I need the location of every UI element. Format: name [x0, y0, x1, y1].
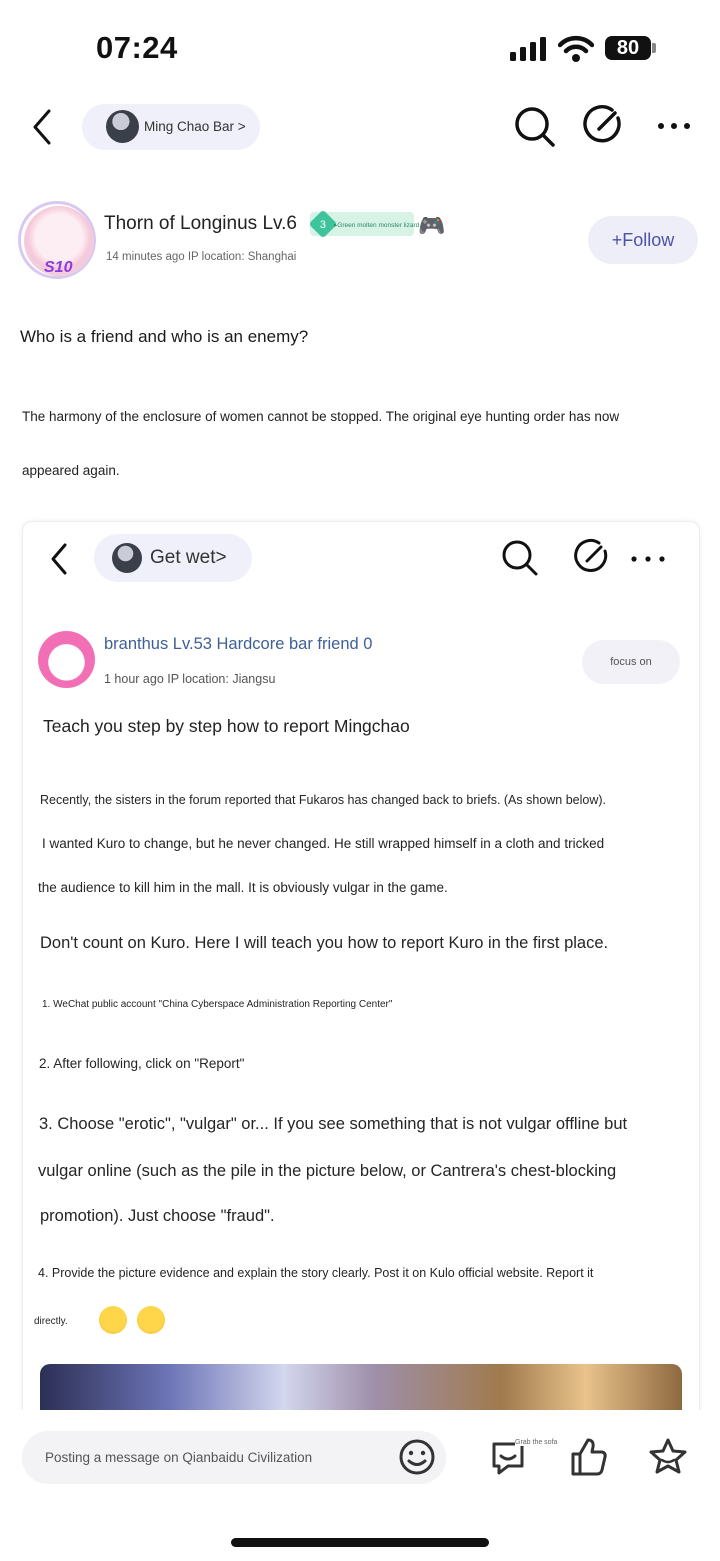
embedded-post-title: Teach you step by step how to report Min… [43, 716, 410, 736]
post-body-line: appeared again. [22, 463, 120, 478]
comment-count-label: Grab the sofa [515, 1439, 558, 1446]
embedded-text-line: Recently, the sisters in the forum repor… [40, 793, 607, 807]
embedded-follow-button: focus on [582, 640, 680, 684]
title-badge-label: ▸Green molten monster lizard [334, 222, 420, 229]
post-body-line: The harmony of the enclosure of women ca… [22, 409, 620, 424]
follow-button[interactable]: +Follow [588, 216, 698, 264]
embedded-text-line: the audience to kill him in the mall. It… [38, 880, 448, 895]
home-indicator [231, 1538, 489, 1547]
smiley-icon[interactable] [398, 1438, 436, 1476]
battery-tip [652, 43, 656, 53]
edit-icon[interactable] [582, 104, 624, 146]
post-title: Who is a friend and who is an enemy? [20, 327, 309, 346]
embedded-text-line: directly. [34, 1316, 68, 1327]
avatar-badge: S10 [44, 259, 73, 276]
reply-input-placeholder[interactable]: Posting a message on Qianbaidu Civilizat… [45, 1450, 312, 1465]
author-name[interactable]: Thorn of Longinus Lv.6 [104, 213, 297, 235]
embedded-author-line: branthus Lv.53 Hardcore bar friend 0 [104, 635, 373, 653]
battery-indicator: 80 [605, 36, 651, 60]
back-icon [48, 542, 70, 576]
emoji-icon [137, 1306, 165, 1334]
embedded-text-line: promotion). Just choose "fraud". [40, 1207, 275, 1225]
embedded-text-line: 1. WeChat public account "China Cyberspa… [42, 999, 393, 1010]
more-icon [630, 554, 666, 564]
status-time: 07:24 [96, 30, 178, 65]
embedded-author-avatar [38, 631, 95, 688]
bar-name-label[interactable]: Ming Chao Bar > [144, 119, 246, 134]
search-icon[interactable] [513, 105, 557, 149]
signal-icon [510, 37, 548, 61]
edit-icon [572, 538, 610, 576]
embedded-bar-name: Get wet> [150, 547, 227, 568]
embedded-text-line: 3. Choose "erotic", "vulgar" or... If yo… [39, 1115, 628, 1133]
embedded-text-line: vulgar online (such as the pile in the p… [38, 1162, 617, 1180]
embedded-post-meta: 1 hour ago IP location: Jiangsu [104, 672, 276, 686]
embedded-bar-avatar [112, 543, 142, 573]
embedded-text-line: 2. After following, click on "Report" [39, 1056, 245, 1071]
like-icon[interactable] [569, 1436, 609, 1478]
embedded-text-line: I wanted Kuro to change, but he never ch… [42, 836, 605, 851]
bar-avatar [106, 110, 139, 143]
emoji-icon [99, 1306, 127, 1334]
gamepad-icon: 🎮 [418, 213, 446, 238]
back-icon[interactable] [30, 108, 56, 146]
post-meta: 14 minutes ago IP location: Shanghai [106, 251, 297, 263]
embedded-text-line: Don't count on Kuro. Here I will teach y… [40, 934, 609, 952]
more-icon[interactable] [657, 121, 691, 131]
search-icon [500, 538, 540, 578]
embedded-text-line: 4. Provide the picture evidence and expl… [38, 1266, 594, 1280]
star-icon[interactable] [647, 1436, 689, 1478]
wifi-icon [558, 35, 594, 63]
